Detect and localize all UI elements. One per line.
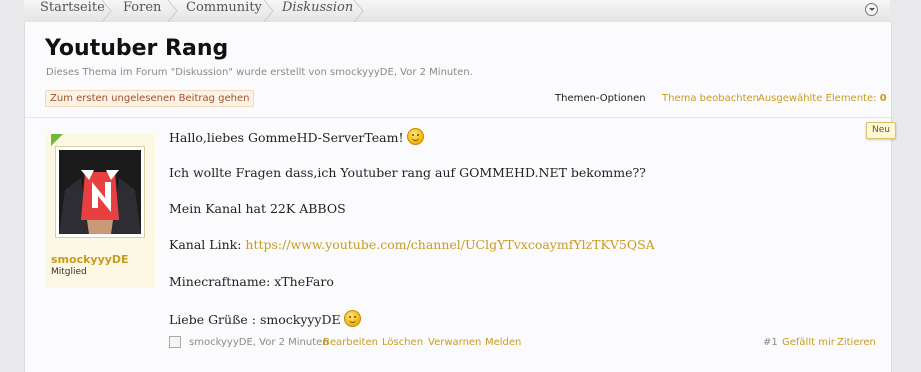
edit-link[interactable]: Bearbeiten: [323, 337, 378, 348]
post-username[interactable]: smockyyyDE: [51, 253, 129, 266]
quote-link[interactable]: Zitieren: [837, 337, 876, 348]
select-post-checkbox[interactable]: [169, 336, 181, 348]
chevron-separator-icon: [167, 0, 178, 22]
thread-options-menu[interactable]: Themen-Optionen: [555, 93, 646, 104]
avatar-image: [59, 150, 141, 234]
online-indicator-icon: [51, 134, 63, 146]
message-line: Kanal Link: https://www.youtube.com/chan…: [169, 237, 655, 252]
greeting-text: Hallo,liebes GommeHD-ServerTeam!: [169, 130, 404, 145]
message-line: Liebe Grüße : smockyyyDE: [169, 310, 361, 327]
post-meta[interactable]: smockyyyDE, Vor 2 Minuten: [189, 337, 329, 348]
breadcrumb-foren[interactable]: Foren: [123, 0, 161, 22]
breadcrumb: Startseite Foren Community Diskussion: [24, 0, 890, 23]
divider: [25, 117, 891, 118]
new-post-badge: Neu: [866, 122, 896, 139]
message-line: Ich wollte Fragen dass,ich Youtuber rang…: [169, 165, 646, 180]
message-line: Minecraftname: xTheFaro: [169, 274, 334, 289]
regards-text: Liebe Grüße : smockyyyDE: [169, 312, 341, 327]
page-title: Youtuber Rang: [45, 36, 229, 61]
post-number[interactable]: #1: [763, 337, 778, 348]
selected-items-label: Ausgewählte Elemente:: [758, 93, 877, 104]
user-rank: Mitglied: [51, 267, 87, 277]
thread-description: Dieses Thema im Forum "Diskussion" wurde…: [46, 67, 473, 78]
selected-items-link[interactable]: Ausgewählte Elemente: 0: [758, 93, 887, 104]
breadcrumb-startseite[interactable]: Startseite: [40, 0, 105, 22]
smiley-icon: [406, 128, 424, 145]
breadcrumb-diskussion[interactable]: Diskussion: [282, 0, 353, 22]
link-label: Kanal Link:: [169, 237, 242, 252]
delete-link[interactable]: Löschen: [382, 337, 423, 348]
chevron-separator-icon: [263, 0, 274, 22]
report-link[interactable]: Melden: [485, 337, 521, 348]
smiley-icon: [343, 310, 361, 327]
thread-panel: Youtuber Rang Dieses Thema im Forum "Dis…: [24, 22, 892, 372]
post-user-info: smockyyyDE Mitglied: [45, 134, 155, 288]
chevron-separator-icon: [353, 0, 364, 22]
warn-link[interactable]: Verwarnen: [428, 337, 481, 348]
channel-link[interactable]: https://www.youtube.com/channel/UClgYTvx…: [245, 237, 654, 252]
message-line: Hallo,liebes GommeHD-ServerTeam!: [169, 128, 424, 145]
avatar[interactable]: [55, 146, 145, 238]
breadcrumb-community[interactable]: Community: [186, 0, 262, 22]
first-unread-button[interactable]: Zum ersten ungelesenen Beitrag gehen: [45, 90, 255, 107]
chevron-separator-icon: [101, 0, 112, 22]
selected-items-count: 0: [879, 93, 887, 104]
message-line: Mein Kanal hat 22K ABBOS: [169, 201, 346, 216]
like-link[interactable]: Gefällt mir: [782, 337, 835, 348]
jump-menu-icon[interactable]: [865, 3, 878, 16]
watch-thread-link[interactable]: Thema beobachten: [662, 93, 759, 104]
